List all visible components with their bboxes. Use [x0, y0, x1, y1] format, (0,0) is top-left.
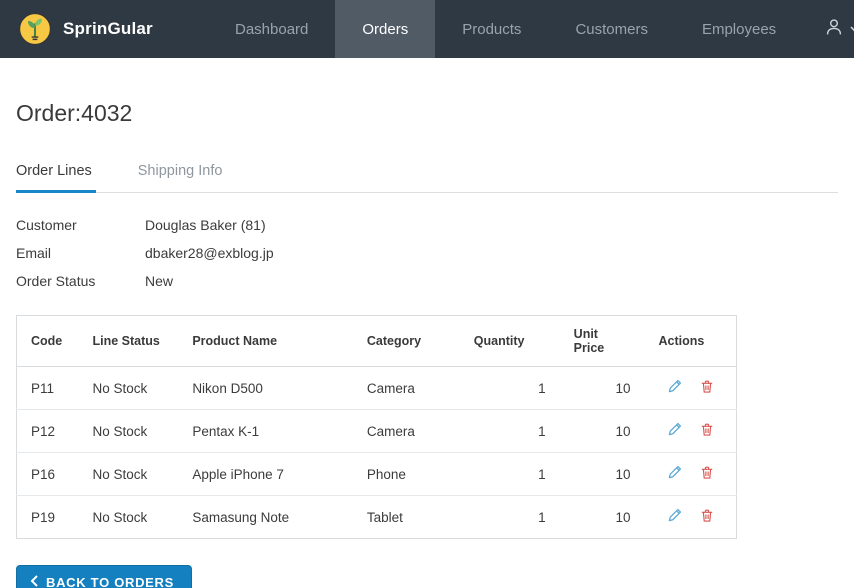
main-content: Order:4032 Order Lines Shipping Info Cus…: [0, 100, 854, 588]
header-code: Code: [16, 315, 79, 367]
pencil-icon[interactable]: [666, 464, 683, 481]
cell-category: Phone: [352, 452, 460, 496]
detail-row-email: Email dbaker28@exblog.jp: [16, 245, 838, 261]
user-menu[interactable]: [803, 0, 854, 58]
order-lines-table: Code Line Status Product Name Category Q…: [16, 315, 737, 539]
nav-item-employees[interactable]: Employees: [675, 0, 803, 58]
cell-unit-price: 10: [559, 409, 645, 453]
detail-label: Order Status: [16, 273, 96, 289]
tab-bar: Order Lines Shipping Info: [16, 155, 838, 193]
cell-actions: [644, 452, 737, 496]
cell-unit-price: 10: [559, 366, 645, 410]
nav-item-orders[interactable]: Orders: [335, 0, 436, 58]
person-icon: [823, 16, 845, 43]
cell-line-status: No Stock: [78, 366, 179, 410]
detail-row-order-status: Order Status New: [16, 273, 838, 289]
cell-category: Tablet: [366, 509, 403, 525]
customer-value: Douglas Baker (81): [145, 217, 266, 233]
back-to-orders-button[interactable]: BACK TO ORDERS: [16, 565, 193, 588]
cell-code: P11: [16, 366, 79, 410]
brand-name: SprinGular: [63, 19, 153, 38]
cell-product-name: Apple iPhone 7: [178, 452, 353, 496]
cell-quantity: 1: [459, 452, 560, 496]
cell-actions: [644, 409, 737, 453]
cell-actions: [645, 496, 737, 539]
cell-line-status: No Stock: [78, 452, 179, 496]
cell-actions: [644, 366, 737, 410]
detail-label: Email: [16, 245, 52, 261]
cell-product-name: Nikon D500: [178, 366, 353, 410]
detail-label: Customer: [16, 217, 77, 233]
cell-code: P16: [16, 452, 79, 496]
cell-quantity: 1: [538, 509, 546, 525]
tab-shipping-info[interactable]: Shipping Info: [138, 155, 227, 193]
cell-quantity: 1: [459, 366, 560, 410]
cell-product-name: Samasung Note: [192, 509, 290, 525]
cell-product-name: Pentax K-1: [178, 409, 353, 453]
cell-category: Camera: [352, 409, 460, 453]
header-actions: Actions: [644, 315, 737, 367]
header-unit-price: Unit Price: [559, 315, 645, 367]
header-line-status: Line Status: [78, 315, 179, 367]
pencil-icon[interactable]: [666, 378, 683, 395]
table-row: P19 No Stock Samasung Note Tablet 1 10: [17, 496, 737, 539]
header-quantity: Quantity: [459, 315, 560, 367]
cell-line-status: No Stock: [92, 509, 148, 525]
header-product-name: Product Name: [178, 315, 353, 367]
trash-icon[interactable]: [699, 421, 715, 438]
brand[interactable]: SprinGular: [0, 0, 208, 58]
trash-icon[interactable]: [699, 464, 715, 481]
detail-row-customer: Customer Douglas Baker (81): [16, 217, 838, 233]
trash-icon[interactable]: [699, 378, 715, 395]
header-category: Category: [352, 315, 460, 367]
order-status-value: New: [145, 273, 174, 289]
chevron-left-icon: [30, 575, 38, 588]
back-to-orders-label: BACK TO ORDERS: [46, 575, 175, 588]
tab-order-lines[interactable]: Order Lines: [16, 155, 96, 193]
nav-item-dashboard[interactable]: Dashboard: [208, 0, 335, 58]
table-header-row: Code Line Status Product Name Category Q…: [16, 315, 737, 367]
email-value: dbaker28@exblog.jp: [145, 245, 274, 261]
main-nav: Dashboard Orders Products Customers Empl…: [208, 0, 803, 58]
cell-line-status: No Stock: [78, 409, 179, 453]
cell-code: P19: [31, 509, 56, 525]
page-title: Order:4032: [16, 100, 133, 126]
order-details: Customer Douglas Baker (81) Email dbaker…: [16, 217, 838, 289]
navbar: SprinGular Dashboard Orders Products Cus…: [0, 0, 854, 58]
table-row: P16 No Stock Apple iPhone 7 Phone 1 10: [16, 452, 737, 496]
pencil-icon[interactable]: [666, 421, 683, 438]
app-window: SprinGular Dashboard Orders Products Cus…: [0, 0, 854, 588]
chevron-down-icon: [850, 20, 854, 38]
trash-icon[interactable]: [699, 507, 715, 524]
plant-lightbulb-logo-icon: [18, 12, 52, 46]
cell-unit-price: 10: [615, 509, 631, 525]
cell-unit-price: 10: [559, 452, 645, 496]
nav-item-products[interactable]: Products: [435, 0, 548, 58]
table-row: P12 No Stock Pentax K-1 Camera 1 10: [16, 409, 737, 453]
cell-quantity: 1: [459, 409, 560, 453]
cell-code: P12: [16, 409, 79, 453]
pencil-icon[interactable]: [666, 507, 683, 524]
cell-category: Camera: [352, 366, 460, 410]
nav-item-customers[interactable]: Customers: [548, 0, 675, 58]
table-row: P11 No Stock Nikon D500 Camera 1 10: [16, 366, 737, 410]
